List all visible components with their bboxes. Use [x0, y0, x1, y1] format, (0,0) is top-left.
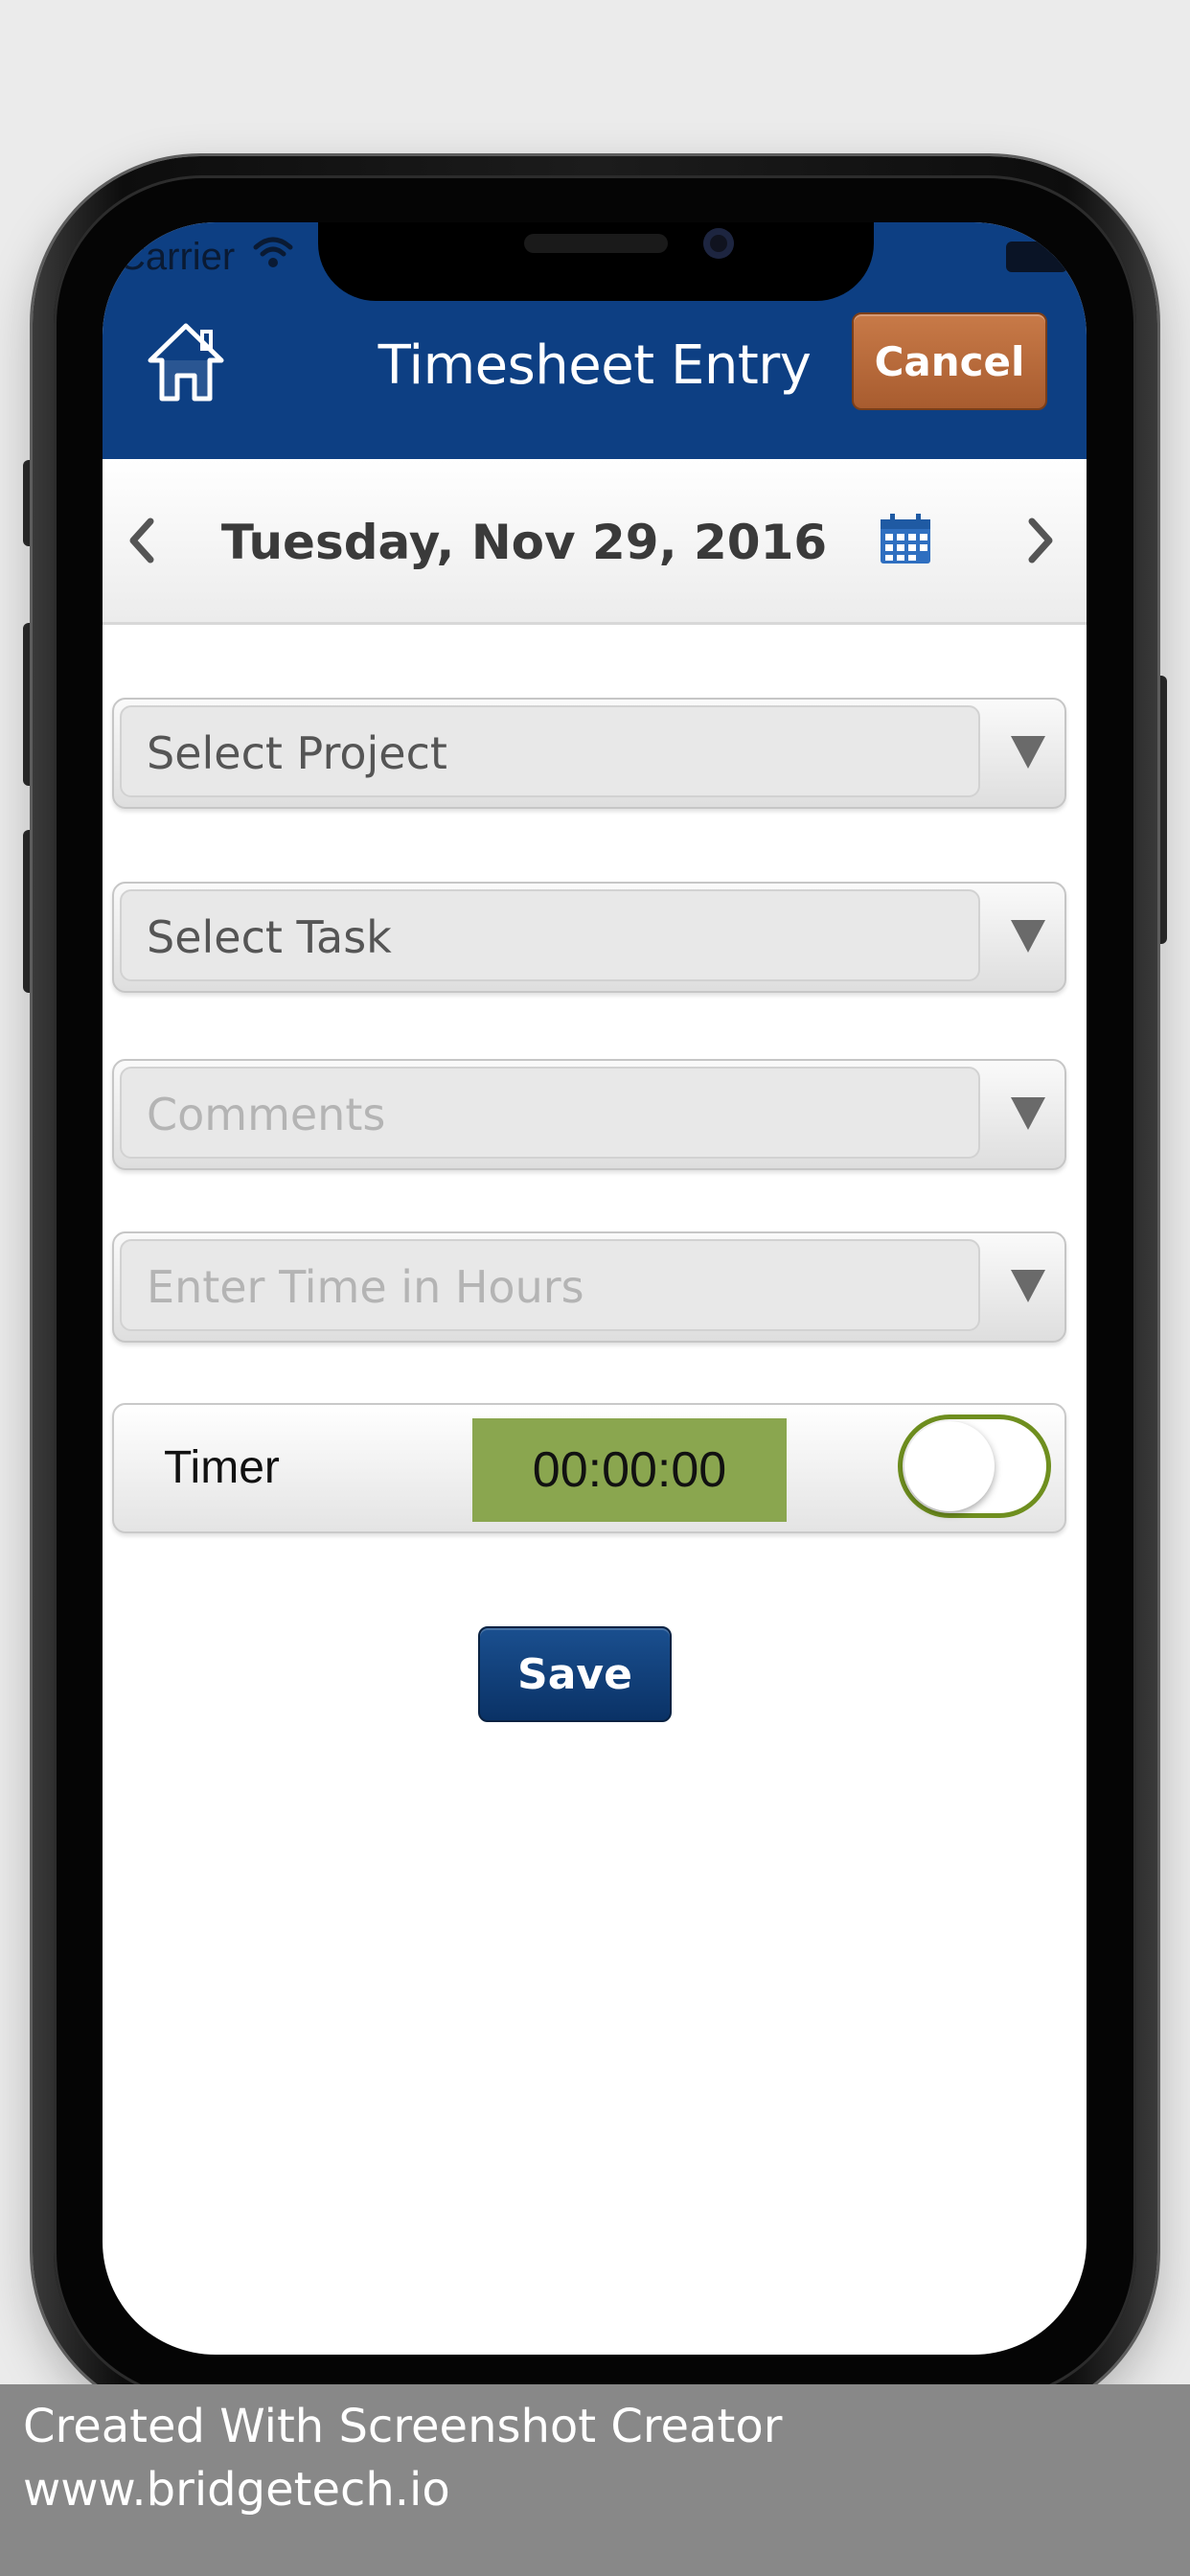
home-icon[interactable] [145, 320, 227, 404]
hours-input[interactable] [147, 1241, 951, 1333]
task-select-box: Select Task [120, 889, 980, 981]
calendar-icon[interactable] [879, 512, 932, 565]
chevron-right-icon[interactable] [1022, 512, 1061, 569]
comments-box [120, 1067, 980, 1161]
app-screen: Carrier Timesheet Entry Cancel Tuesday, … [103, 222, 1087, 2355]
timer-label: Timer [164, 1442, 280, 1493]
timer-display: 00:00:00 [472, 1418, 787, 1522]
carrier-name: Carrier [118, 236, 236, 278]
chevron-left-icon[interactable] [122, 512, 160, 569]
current-date: Tuesday, Nov 29, 2016 [220, 515, 828, 570]
front-camera [703, 228, 734, 259]
task-select[interactable]: Select Task [112, 882, 1066, 993]
project-select-box: Select Project [120, 705, 980, 797]
comments-input[interactable] [147, 1069, 951, 1161]
watermark-link[interactable]: www.bridgetech.io [23, 2461, 450, 2518]
toggle-knob [904, 1421, 995, 1511]
project-select-label: Select Project [147, 727, 447, 779]
wifi-icon [253, 237, 293, 267]
speaker-grille [524, 234, 668, 253]
task-select-label: Select Task [147, 911, 392, 963]
battery-icon [1006, 242, 1067, 272]
hours-box [120, 1239, 980, 1333]
timer-toggle[interactable] [898, 1414, 1051, 1518]
dropdown-arrow-icon [1011, 736, 1045, 769]
timer-row: Timer 00:00:00 [112, 1403, 1066, 1533]
save-button[interactable]: Save [478, 1626, 672, 1722]
date-navigator: Tuesday, Nov 29, 2016 [103, 459, 1087, 625]
project-select[interactable]: Select Project [112, 698, 1066, 809]
nav-bar: Timesheet Entry Cancel [103, 301, 1087, 459]
dropdown-arrow-icon [1011, 1270, 1045, 1302]
comments-field[interactable] [112, 1059, 1066, 1170]
watermark-line-1: Created With Screenshot Creator [23, 2400, 783, 2453]
notch [318, 222, 874, 301]
hours-field[interactable] [112, 1231, 1066, 1343]
watermark-banner: Created With Screenshot Creator www.brid… [0, 2384, 1190, 2576]
dropdown-arrow-icon [1011, 920, 1045, 953]
dropdown-arrow-icon [1011, 1097, 1045, 1130]
cancel-button[interactable]: Cancel [852, 312, 1047, 410]
